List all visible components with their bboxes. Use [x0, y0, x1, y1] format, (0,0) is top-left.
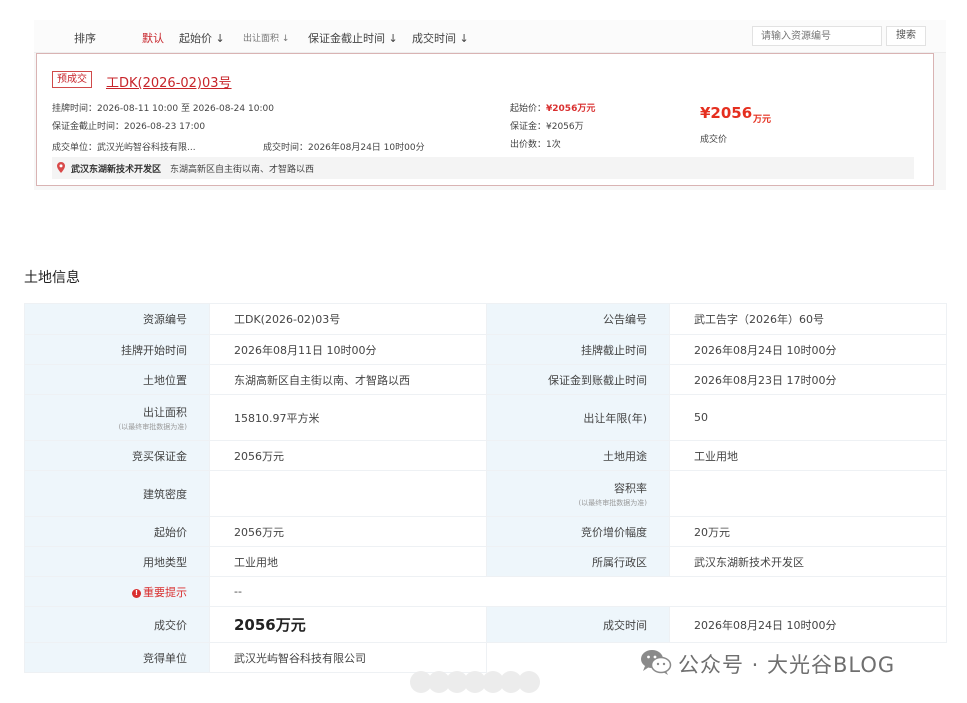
label-resource-no: 资源编号: [24, 303, 210, 335]
warning-icon: !: [132, 588, 141, 598]
address: 东湖高新区自主街以南、才智路以西: [170, 165, 315, 175]
label-location: 土地位置: [24, 364, 210, 395]
land-info-table: 资源编号 工DK(2026-02)03号 公告编号 武工告字（2026年）60号…: [24, 303, 947, 673]
listing-title-link[interactable]: 工DK(2026-02)03号: [106, 72, 232, 91]
value-notice-no: 武工告字（2026年）60号: [669, 303, 947, 335]
table-row: 成交价 2056万元 成交时间 2026年08月24日 10时00分: [24, 606, 947, 643]
wechat-icon: [641, 650, 672, 675]
label-listing-start: 挂牌开始时间: [24, 334, 210, 365]
status-badge: 预成交: [52, 71, 92, 88]
table-row: 出让面积 (以最终审批数据为准) 15810.97平方米 出让年限(年) 50: [24, 394, 947, 441]
label-deal-time: 成交时间: [486, 606, 670, 643]
label-building-density: 建筑密度: [24, 470, 210, 517]
label-area-note: (以最终审批数据为准): [118, 422, 187, 431]
resource-search-input[interactable]: [752, 26, 882, 46]
value-land-use: 工业用地: [669, 440, 947, 471]
label-notice-no: 公告编号: [486, 303, 670, 335]
label-important-cell: ! 重要提示: [24, 576, 210, 607]
deposit-deadline: 保证金截止时间：2026-08-23 17:00: [52, 122, 206, 132]
label-start-price: 起始价: [24, 516, 210, 547]
final-price: ¥2056: [700, 104, 753, 122]
start-price-label: 起始价：: [510, 104, 547, 114]
value-building-density: [209, 470, 487, 517]
table-row: 土地位置 东湖高新区自主街以南、才智路以西 保证金到账截止时间 2026年08月…: [24, 364, 947, 395]
start-price-value: ¥2056万元: [546, 104, 596, 114]
table-row: 竞买保证金 2056万元 土地用途 工业用地: [24, 440, 947, 471]
final-price-label: 成交价: [700, 135, 728, 145]
table-row: ! 重要提示 --: [24, 576, 947, 607]
sort-bar: 排序 默认 起始价 ↓ 出让面积 ↓ 保证金截止时间 ↓ 成交时间 ↓ 搜索: [34, 20, 946, 53]
start-price-row: 起始价：¥2056万元: [510, 101, 595, 114]
value-important: --: [209, 576, 947, 607]
value-deposit-deadline: 2026年08月23日 17时00分: [669, 364, 947, 395]
location-bar: 武汉东湖新技术开发区 东湖高新区自主街以南、才智路以西: [52, 157, 914, 179]
sort-start-price[interactable]: 起始价 ↓: [179, 30, 225, 46]
label-deal-price: 成交价: [24, 606, 210, 643]
value-land-type: 工业用地: [209, 546, 487, 577]
value-increment: 20万元: [669, 516, 947, 547]
sort-default[interactable]: 默认: [142, 30, 164, 46]
sort-area[interactable]: 出让面积 ↓: [243, 31, 289, 44]
label-deposit-deadline: 保证金到账截止时间: [486, 364, 670, 395]
label-listing-end: 挂牌截止时间: [486, 334, 670, 365]
listing-panel: 排序 默认 起始价 ↓ 出让面积 ↓ 保证金截止时间 ↓ 成交时间 ↓ 搜索 预…: [34, 20, 946, 190]
value-bid-deposit: 2056万元: [209, 440, 487, 471]
label-far-cell: 容积率 (以最终审批数据为准): [486, 470, 670, 517]
value-deal-time: 2026年08月24日 10时00分: [669, 606, 947, 643]
value-listing-start: 2026年08月11日 10时00分: [209, 334, 487, 365]
sort-label: 排序: [74, 32, 96, 45]
deposit-amount: 保证金：¥2056万: [510, 122, 584, 132]
table-row: 挂牌开始时间 2026年08月11日 10时00分 挂牌截止时间 2026年08…: [24, 334, 947, 365]
value-term: 50: [669, 394, 947, 441]
value-area: 15810.97平方米: [209, 394, 487, 441]
label-important: 重要提示: [143, 585, 187, 599]
value-deal-price-cell: 2056万元: [209, 606, 487, 643]
label-bid-deposit: 竞买保证金: [24, 440, 210, 471]
location-pin-icon: [57, 162, 65, 173]
value-resource-no: 工DK(2026-02)03号: [209, 303, 487, 335]
listing-card[interactable]: 预成交 工DK(2026-02)03号 挂牌时间：2026-08-11 10:0…: [36, 53, 934, 186]
district: 武汉东湖新技术开发区: [71, 165, 162, 175]
bid-count: 出价数：1次: [510, 140, 561, 150]
label-area: 出让面积: [143, 405, 187, 419]
label-district: 所属行政区: [486, 546, 670, 577]
label-land-type: 用地类型: [24, 546, 210, 577]
scroll-indicator: [410, 671, 560, 693]
label-land-use: 土地用途: [486, 440, 670, 471]
search-button[interactable]: 搜索: [886, 26, 926, 46]
value-start-price: 2056万元: [209, 516, 487, 547]
table-row: 建筑密度 容积率 (以最终审批数据为准): [24, 470, 947, 517]
table-row: 资源编号 工DK(2026-02)03号 公告编号 武工告字（2026年）60号: [24, 303, 947, 335]
section-title-land-info: 土地信息: [24, 270, 80, 286]
sort-deal-time[interactable]: 成交时间 ↓: [412, 30, 469, 46]
final-price-unit: 万元: [753, 115, 772, 125]
value-winner: 武汉光屿智谷科技有限公司: [209, 642, 487, 673]
value-far: [669, 470, 947, 517]
label-increment: 竞价增价幅度: [486, 516, 670, 547]
label-far-note: (以最终审批数据为准): [578, 498, 647, 507]
listing-time: 挂牌时间：2026-08-11 10:00 至 2026-08-24 10:00: [52, 104, 274, 114]
table-row: 用地类型 工业用地 所属行政区 武汉东湖新技术开发区: [24, 546, 947, 577]
value-deal-price: 2056万元: [234, 616, 306, 634]
deal-unit: 成交单位：武汉光屿智谷科技有限...: [52, 143, 196, 153]
table-row: 起始价 2056万元 竞价增价幅度 20万元: [24, 516, 947, 547]
label-far: 容积率: [614, 481, 647, 495]
label-winner: 竞得单位: [24, 642, 210, 673]
value-location: 东湖高新区自主街以南、才智路以西: [209, 364, 487, 395]
watermark-text: 公众号 · 大光谷BLOG: [678, 653, 896, 677]
deal-time: 成交时间：2026年08月24日 10时00分: [263, 143, 425, 153]
label-area-cell: 出让面积 (以最终审批数据为准): [24, 394, 210, 441]
sort-deposit-deadline[interactable]: 保证金截止时间 ↓: [308, 30, 398, 46]
label-term: 出让年限(年): [486, 394, 670, 441]
value-listing-end: 2026年08月24日 10时00分: [669, 334, 947, 365]
value-district: 武汉东湖新技术开发区: [669, 546, 947, 577]
